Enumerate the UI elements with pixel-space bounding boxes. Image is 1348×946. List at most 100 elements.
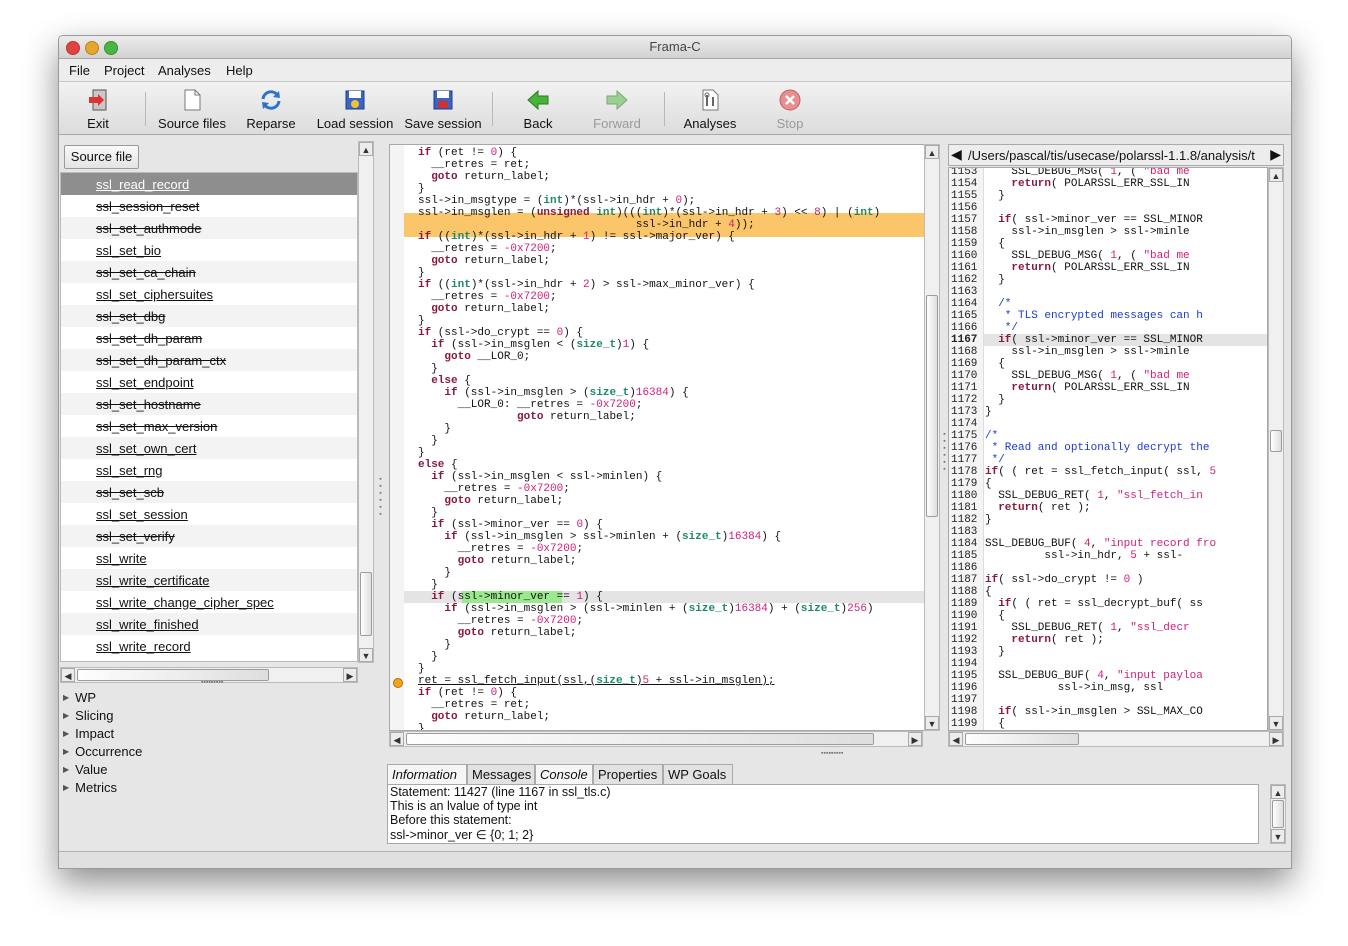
source-vscroll[interactable]: ▲ ▼ [1268, 167, 1284, 731]
exit-button[interactable]: Exit [73, 82, 123, 134]
source-line[interactable]: /* [985, 430, 1265, 442]
code-line[interactable]: goto return_label; [418, 495, 924, 507]
code-line[interactable]: __retres = -0x7200; [418, 615, 924, 627]
function-item[interactable]: ssl_set_rng [61, 459, 357, 481]
tab-wp-goals[interactable]: WP Goals [663, 764, 733, 784]
scroll-left-icon[interactable]: ◀ [949, 732, 963, 746]
scroll-right-icon[interactable]: ▶ [1269, 732, 1283, 746]
source-line[interactable]: return( POLARSSL_ERR_SSL_IN [985, 178, 1265, 190]
plugin-wp[interactable]: ▶ WP [63, 690, 96, 708]
code-line[interactable]: if (ssl->minor_ver == 0) { [418, 519, 924, 531]
function-item[interactable]: ssl_session_reset [61, 195, 357, 217]
scroll-thumb[interactable] [965, 733, 1079, 745]
info-vscroll[interactable]: ▲ ▼ [1270, 784, 1286, 844]
scroll-up-icon[interactable]: ▲ [925, 145, 939, 159]
function-item[interactable]: ssl_set_bio [61, 239, 357, 261]
source-line[interactable]: } [985, 190, 1265, 202]
tab-properties[interactable]: Properties [593, 764, 663, 784]
code-line[interactable]: if (ssl->in_msglen < ssl->minlen) { [418, 471, 924, 483]
code-line[interactable]: } [418, 663, 924, 675]
plugin-occurrence[interactable]: ▶ Occurrence [63, 744, 142, 762]
code-line[interactable]: __retres = ret; [418, 699, 924, 711]
source-line[interactable]: { [985, 358, 1265, 370]
scroll-thumb[interactable] [1272, 800, 1284, 828]
function-item[interactable]: ssl_write [61, 547, 357, 569]
source-hscroll[interactable]: ◀ ▶ [948, 731, 1284, 747]
source-line[interactable]: if( ( ret = ssl_fetch_input( ssl, 5 [985, 466, 1265, 478]
save-session-button[interactable]: Save session [403, 82, 483, 134]
source-line[interactable]: if( ssl->in_msglen > SSL_MAX_CO [985, 706, 1265, 718]
source-line[interactable]: */ [985, 322, 1265, 334]
function-list-vscroll[interactable]: ▲ ▼ [358, 141, 374, 663]
function-item[interactable]: ssl_set_authmode [61, 217, 357, 239]
code-line[interactable]: } [418, 315, 924, 327]
code-line[interactable]: if (ret != 0) { [418, 147, 924, 159]
source-line[interactable]: SSL_DEBUG_MSG( 1, ( "bad me [985, 370, 1265, 382]
menu-file[interactable]: File [69, 63, 90, 78]
code-line[interactable]: } [418, 507, 924, 519]
code-line[interactable]: goto return_label; [418, 555, 924, 567]
status-bullet-icon[interactable] [393, 678, 403, 688]
function-item[interactable]: ssl_write_record [61, 635, 357, 657]
source-line[interactable]: if( ( ret = ssl_decrypt_buf( ss [985, 598, 1265, 610]
source-line[interactable] [985, 694, 1265, 706]
source-line[interactable]: { [985, 586, 1265, 598]
reparse-button[interactable]: Reparse [243, 82, 299, 134]
source-line[interactable]: SSL_DEBUG_RET( 1, "ssl_fetch_in [985, 490, 1265, 502]
scroll-thumb[interactable] [926, 295, 938, 517]
source-line[interactable] [985, 418, 1265, 430]
code-line[interactable]: __retres = -0x7200; [418, 483, 924, 495]
function-item[interactable]: ssl_set_dbg [61, 305, 357, 327]
plugin-metrics[interactable]: ▶ Metrics [63, 780, 117, 798]
code-line[interactable]: goto return_label; [418, 411, 924, 423]
code-line[interactable]: __retres = ret; [418, 159, 924, 171]
code-line[interactable]: if (ret != 0) { [418, 687, 924, 699]
code-line[interactable]: } [418, 639, 924, 651]
source-line[interactable]: * TLS encrypted messages can h [985, 310, 1265, 322]
plugin-impact[interactable]: ▶ Impact [63, 726, 114, 744]
source-line[interactable] [985, 658, 1265, 670]
function-item[interactable]: ssl_set_endpoint [61, 371, 357, 393]
code-line[interactable]: __retres = -0x7200; [418, 291, 924, 303]
code-line[interactable]: ssl->in_msglen = (unsigned int)(((int)*(… [418, 207, 924, 219]
tab-information[interactable]: Information [387, 764, 467, 784]
menu-analyses[interactable]: Analyses [158, 63, 211, 78]
function-item[interactable]: ssl_write_finished [61, 613, 357, 635]
code-line[interactable]: else { [418, 375, 924, 387]
code-line[interactable]: } [418, 447, 924, 459]
source-line[interactable]: ssl->in_msg, ssl [985, 682, 1265, 694]
function-item[interactable]: ssl_set_hostname [61, 393, 357, 415]
back-button[interactable]: Back [516, 82, 560, 134]
code-line[interactable]: if (ssl->in_msglen < (size_t)1) { [418, 339, 924, 351]
code-line[interactable]: goto return_label; [418, 171, 924, 183]
function-item[interactable]: ssl_set_verify [61, 525, 357, 547]
scroll-down-icon[interactable]: ▼ [359, 648, 373, 662]
source-line[interactable]: } [985, 646, 1265, 658]
code-line[interactable]: } [418, 363, 924, 375]
source-line[interactable]: { [985, 718, 1265, 730]
function-item[interactable]: ssl_set_ciphersuites [61, 283, 357, 305]
code-line[interactable]: goto return_label; [418, 711, 924, 723]
source-line[interactable]: SSL_DEBUG_RET( 1, "ssl_decr [985, 622, 1265, 634]
code-hscroll[interactable]: ◀ ▶ [389, 731, 923, 747]
function-item[interactable]: ssl_write_change_cipher_spec [61, 591, 357, 613]
code-line[interactable]: goto return_label; [418, 303, 924, 315]
tab-messages[interactable]: Messages [467, 764, 535, 784]
forward-button[interactable]: Forward [591, 82, 643, 134]
menu-help[interactable]: Help [226, 63, 253, 78]
scroll-thumb[interactable] [77, 669, 269, 681]
function-item[interactable]: ssl_set_own_cert [61, 437, 357, 459]
source-line[interactable]: ssl->in_msglen > ssl->minle [985, 346, 1265, 358]
scroll-right-icon[interactable]: ▶ [343, 668, 357, 682]
code-line[interactable]: ret = ssl_fetch_input(ssl,(size_t)5 + ss… [418, 675, 924, 687]
code-line[interactable]: if (ssl->in_msglen > (size_t)16384) { [418, 387, 924, 399]
load-session-button[interactable]: Load session [314, 82, 396, 134]
source-line[interactable] [985, 526, 1265, 538]
source-line[interactable]: { [985, 238, 1265, 250]
code-line[interactable]: } [418, 651, 924, 663]
code-line[interactable]: ssl->in_hdr + 4)); [418, 219, 924, 231]
scroll-thumb[interactable] [360, 572, 372, 636]
code-line[interactable]: __LOR_0: __retres = -0x7200; [418, 399, 924, 411]
function-item[interactable]: ssl_read_record [61, 173, 357, 195]
function-item[interactable]: ssl_set_dh_param [61, 327, 357, 349]
